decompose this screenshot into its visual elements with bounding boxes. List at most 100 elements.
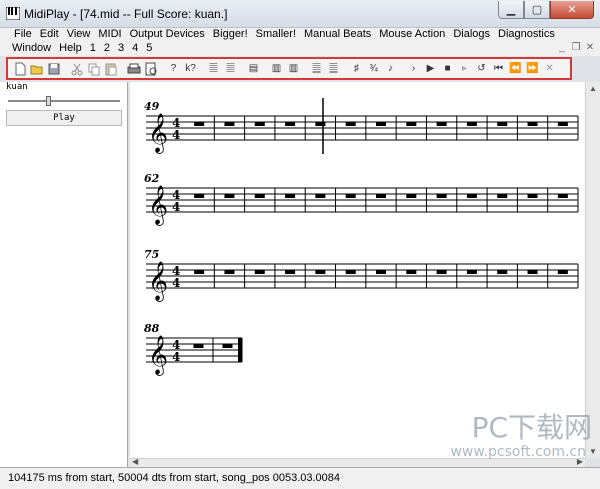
minimize-button[interactable]: ▁ [498,1,524,19]
volume-slider-thumb[interactable] [46,96,51,106]
staff-system[interactable]: 75𝄞 44 [144,248,579,302]
metronome-icon[interactable]: ♪ [383,61,398,76]
whole-rest [406,122,417,126]
loop-icon[interactable]: ↺ [474,61,489,76]
whole-rest [466,122,477,126]
staff-view-icon[interactable]: ▤ [246,61,261,76]
menu-help[interactable]: Help [55,42,86,54]
close-button[interactable]: ✕ [550,1,594,19]
staff-system[interactable]: 49𝄞 44 [144,100,579,154]
stop-icon[interactable]: ■ [440,61,455,76]
copy-icon[interactable] [86,61,101,76]
menu-2[interactable]: 2 [100,42,114,54]
menu-bigger[interactable]: Bigger! [209,28,252,40]
menu-4[interactable]: 4 [128,42,142,54]
title-bar: MidiPlay - [74.mid -- Full Score: kuan.]… [0,0,600,28]
play-icon[interactable]: ▶ [423,61,438,76]
scroll-down-icon[interactable]: ▼ [589,447,597,456]
context-help-icon[interactable]: k? [183,61,198,76]
cancel-icon[interactable]: ✕ [542,61,557,76]
time-signature: 4 [172,350,180,364]
watermark-url: www.pcsoft.com.cn [450,444,586,460]
cut-icon[interactable] [69,61,84,76]
menu-window[interactable]: Window [8,42,55,54]
measure-a-icon[interactable]: ▥ [269,61,284,76]
whole-rest [194,270,205,274]
whole-rest [254,122,265,126]
maximize-button[interactable]: ▢ [524,1,550,19]
whole-rest [224,122,235,126]
print-icon[interactable] [126,61,141,76]
menu-1[interactable]: 1 [86,42,100,54]
whole-rest [376,270,386,274]
menu-5[interactable]: 5 [142,42,156,54]
whole-rest [315,270,326,274]
help-icon[interactable]: ? [166,61,181,76]
staff-system[interactable]: 62𝄞 44 [144,172,579,226]
menu-mouse-action[interactable]: Mouse Action [375,28,449,40]
save-icon[interactable] [46,61,61,76]
print-preview-icon[interactable] [143,61,158,76]
volume-slider[interactable] [8,96,120,106]
whole-rest [222,344,233,348]
whole-rest [436,122,447,126]
whole-rest [315,122,326,126]
whole-rest [376,194,386,198]
sharp-icon[interactable]: ♯ [349,61,364,76]
menu-manual-beats[interactable]: Manual Beats [300,28,375,40]
whole-rest [345,270,356,274]
menu-row-1: File Edit View MIDI Output Devices Bigge… [10,28,559,40]
whole-rest [224,270,235,274]
menu-output-devices[interactable]: Output Devices [126,28,209,40]
whole-rest [436,194,447,198]
voices-d-icon[interactable]: 𝄛 [326,61,341,76]
menu-3[interactable]: 3 [114,42,128,54]
whole-rest [194,194,205,198]
time-signature: 4 [172,276,180,290]
voices-c-icon[interactable]: 𝄛 [309,61,324,76]
menu-edit[interactable]: Edit [36,28,63,40]
measure-number: 49 [144,100,160,113]
whole-rest [436,270,447,274]
next-icon[interactable]: › [406,61,421,76]
measure-number: 75 [144,248,159,261]
mdi-close-icon[interactable]: ✕ [584,42,596,54]
voices-a-icon[interactable]: 𝄚 [206,61,221,76]
mdi-restore-icon[interactable]: ❐ [570,42,582,54]
treble-clef-icon: 𝄞 [148,185,168,226]
whole-rest [557,194,568,198]
time-signature: 4 [172,200,180,214]
mdi-minimize-icon[interactable]: _ [556,42,568,54]
paste-icon[interactable] [103,61,118,76]
menu-midi[interactable]: MIDI [94,28,125,40]
staff-system[interactable]: 88𝄞 44 [144,322,243,376]
whole-rest [527,194,538,198]
score-area: 49 𝄞 4 4 62 𝄞 4 4 75 𝄞 4 4 88 𝄞 4 4 [130,82,585,458]
whole-rest [193,344,204,348]
rewind-start-icon[interactable]: ⏮ [491,61,506,76]
whole-rest [527,270,538,274]
rewind-icon[interactable]: ⏪ [508,61,523,76]
time-signature: 4 [172,128,180,142]
fast-forward-icon[interactable]: ⏩ [525,61,540,76]
scroll-up-icon[interactable]: ▲ [589,84,597,93]
voices-b-icon[interactable]: 𝄚 [223,61,238,76]
scroll-left-icon[interactable]: ◀ [132,457,138,466]
menu-smaller[interactable]: Smaller! [252,28,300,40]
watermark: PC下载网 [471,411,592,444]
whole-rest [466,270,477,274]
play-button[interactable]: Play [6,110,122,126]
vertical-scrollbar[interactable]: ▲ ▼ [585,82,600,458]
whole-rest [527,122,538,126]
whole-rest [315,194,326,198]
new-icon[interactable] [12,61,27,76]
step-icon[interactable]: ▸ [457,61,472,76]
menu-view[interactable]: View [63,28,95,40]
menu-diagnostics[interactable]: Diagnostics [494,28,559,40]
measure-b-icon[interactable]: ▥ [286,61,301,76]
whole-rest [285,270,296,274]
time-signature-icon[interactable]: ¾ [366,61,381,76]
menu-file[interactable]: File [10,28,36,40]
menu-dialogs[interactable]: Dialogs [449,28,494,40]
open-icon[interactable] [29,61,44,76]
